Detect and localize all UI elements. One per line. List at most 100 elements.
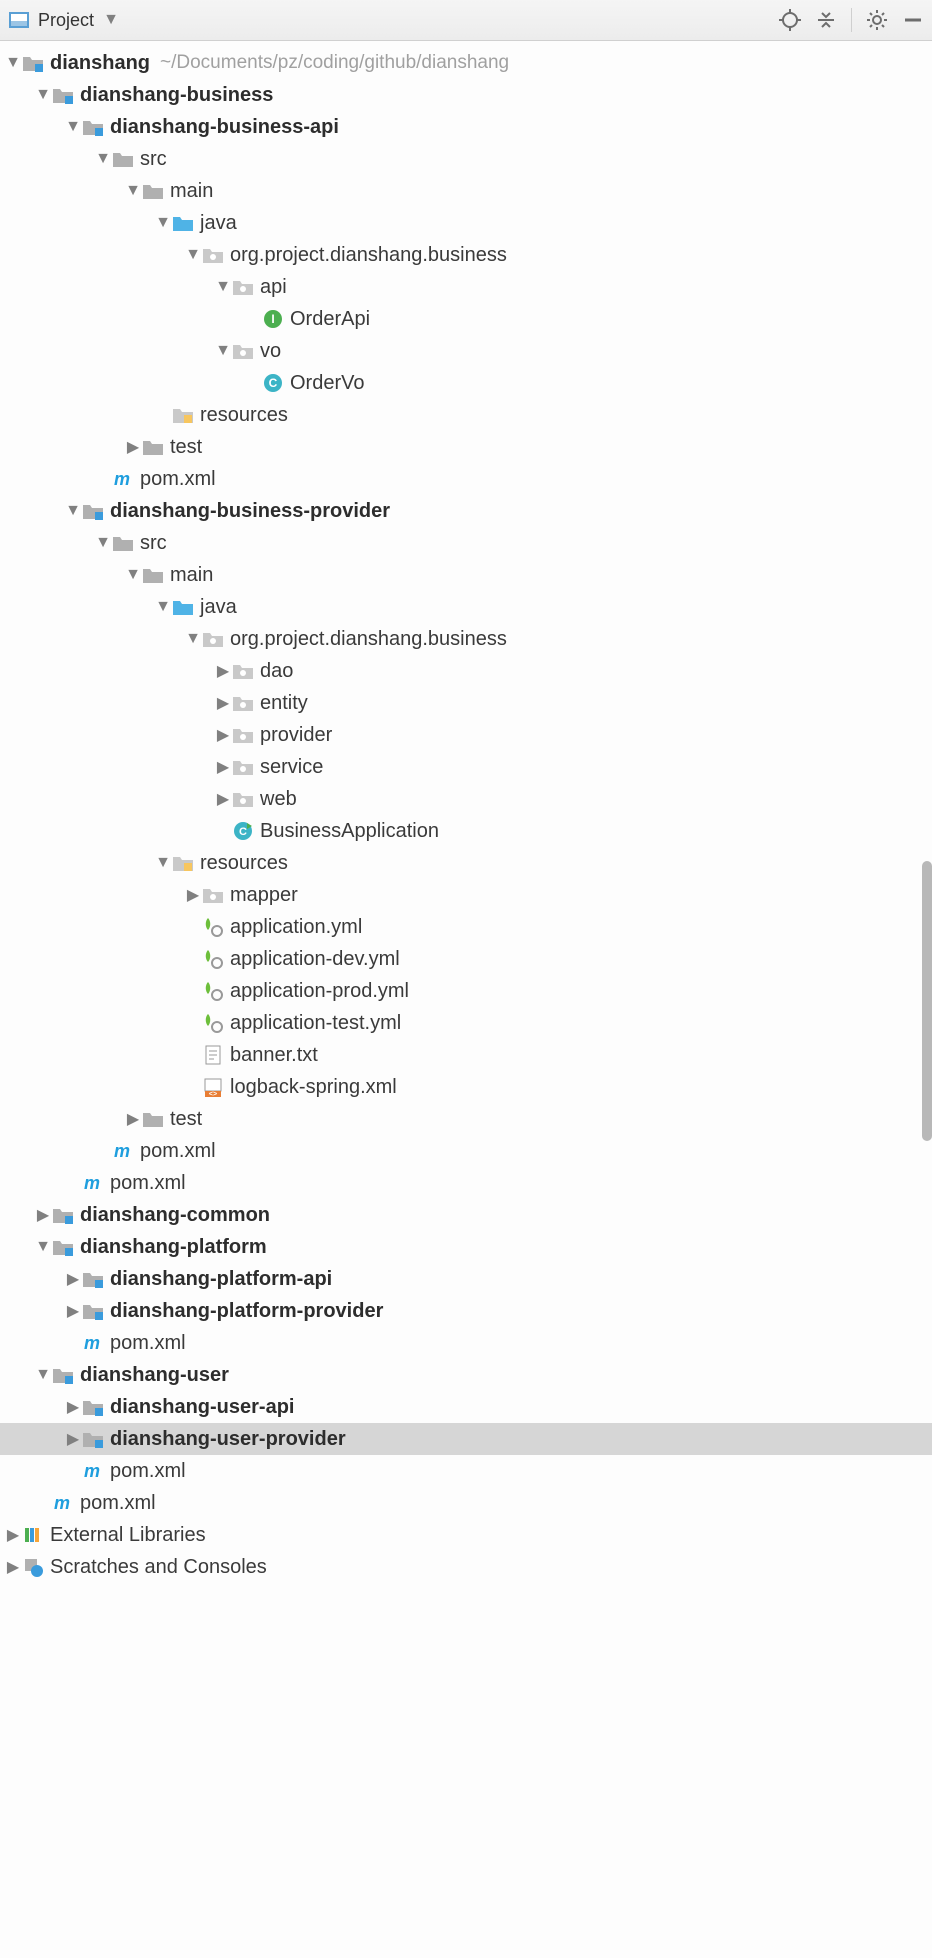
project-dropdown-icon[interactable]: ▼ <box>102 11 120 29</box>
expand-icon[interactable]: ▼ <box>64 118 82 136</box>
tree-row[interactable]: ▼ main <box>0 559 932 591</box>
tree-row[interactable]: ▶ web <box>0 783 932 815</box>
tree-row[interactable]: ▶ I OrderApi <box>0 303 932 335</box>
expand-icon[interactable]: ▶ <box>4 1525 22 1545</box>
expand-icon[interactable]: ▼ <box>34 1366 52 1384</box>
tree-row[interactable]: ▼ dianshang-business-provider <box>0 495 932 527</box>
tree-row[interactable]: ▼ org.project.dianshang.business <box>0 239 932 271</box>
tree-row[interactable]: ▶ entity <box>0 687 932 719</box>
tree-row[interactable]: ▼ org.project.dianshang.business <box>0 623 932 655</box>
expand-icon[interactable]: ▼ <box>154 214 172 232</box>
svg-text:m: m <box>114 1141 130 1161</box>
node-label: dao <box>260 660 293 683</box>
expand-icon[interactable]: ▼ <box>94 534 112 552</box>
tree-row[interactable]: ▶ m pom.xml <box>0 463 932 495</box>
expand-icon[interactable]: ▶ <box>64 1301 82 1321</box>
tree-row[interactable]: ▶ mapper <box>0 879 932 911</box>
tree-row[interactable]: ▶ dianshang-user-api <box>0 1391 932 1423</box>
tree-row[interactable]: ▶ C OrderVo <box>0 367 932 399</box>
node-label: main <box>170 564 213 587</box>
expand-icon[interactable]: ▼ <box>184 246 202 264</box>
tree-row[interactable]: ▼ dianshang-platform <box>0 1231 932 1263</box>
expand-icon[interactable]: ▶ <box>64 1397 82 1417</box>
tree-row[interactable]: ▶ application.yml <box>0 911 932 943</box>
expand-icon[interactable]: ▼ <box>124 182 142 200</box>
tree-row[interactable]: ▼ src <box>0 527 932 559</box>
tree-row[interactable]: ▼ api <box>0 271 932 303</box>
expand-icon[interactable]: ▶ <box>64 1269 82 1289</box>
tree-row[interactable]: ▶ <> logback-spring.xml <box>0 1071 932 1103</box>
tree-row[interactable]: ▶ dianshang-platform-api <box>0 1263 932 1295</box>
tree-row[interactable]: ▶ service <box>0 751 932 783</box>
expand-icon[interactable]: ▼ <box>94 150 112 168</box>
expand-icon[interactable]: ▼ <box>154 854 172 872</box>
expand-icon[interactable]: ▼ <box>34 1238 52 1256</box>
locate-icon[interactable] <box>779 9 801 31</box>
tree-row[interactable]: ▶ resources <box>0 399 932 431</box>
expand-icon[interactable]: ▼ <box>214 342 232 360</box>
tree-row[interactable]: ▼ java <box>0 207 932 239</box>
expand-icon[interactable]: ▼ <box>64 502 82 520</box>
gear-icon[interactable] <box>866 9 888 31</box>
svg-text:m: m <box>84 1461 100 1481</box>
node-label: application-dev.yml <box>230 948 400 971</box>
tree-row[interactable]: ▼ vo <box>0 335 932 367</box>
tree-row[interactable]: ▶ C BusinessApplication <box>0 815 932 847</box>
expand-icon[interactable]: ▶ <box>214 757 232 777</box>
tree-row[interactable]: ▼ dianshang-business-api <box>0 111 932 143</box>
tree-row[interactable]: ▼ src <box>0 143 932 175</box>
tree-row[interactable]: ▼ dianshang-user <box>0 1359 932 1391</box>
expand-icon[interactable]: ▶ <box>124 1109 142 1129</box>
tree-row[interactable]: ▼ main <box>0 175 932 207</box>
tree-row[interactable]: ▶ m pom.xml <box>0 1455 932 1487</box>
tree-row[interactable]: ▶ test <box>0 1103 932 1135</box>
expand-icon[interactable]: ▼ <box>184 630 202 648</box>
tree-row[interactable]: ▶ dianshang-platform-provider <box>0 1295 932 1327</box>
tree-row[interactable]: ▶ dao <box>0 655 932 687</box>
folder-icon <box>142 564 164 586</box>
node-label: pom.xml <box>110 1172 186 1195</box>
expand-icon[interactable]: ▼ <box>154 598 172 616</box>
expand-icon[interactable]: ▼ <box>214 278 232 296</box>
tree-row[interactable]: ▼ java <box>0 591 932 623</box>
tree-row[interactable]: ▶ application-prod.yml <box>0 975 932 1007</box>
expand-icon[interactable]: ▶ <box>214 661 232 681</box>
expand-icon[interactable]: ▶ <box>214 725 232 745</box>
tree-row[interactable]: ▶ m pom.xml <box>0 1327 932 1359</box>
expand-icon[interactable]: ▼ <box>124 566 142 584</box>
tree-row-root[interactable]: ▼ dianshang ~/Documents/pz/coding/github… <box>0 47 932 79</box>
expand-icon[interactable]: ▶ <box>34 1205 52 1225</box>
project-label[interactable]: Project <box>38 10 94 31</box>
tree-row[interactable]: ▶ application-dev.yml <box>0 943 932 975</box>
node-label: BusinessApplication <box>260 820 439 843</box>
scrollbar[interactable] <box>922 861 932 1141</box>
hide-icon[interactable] <box>902 9 924 31</box>
expand-icon[interactable]: ▼ <box>4 54 22 72</box>
tree-row[interactable]: ▶ banner.txt <box>0 1039 932 1071</box>
tree-row[interactable]: ▼ dianshang-business <box>0 79 932 111</box>
tree-row-selected[interactable]: ▶ dianshang-user-provider <box>0 1423 932 1455</box>
project-tree[interactable]: ▼ dianshang ~/Documents/pz/coding/github… <box>0 41 932 1958</box>
tree-row[interactable]: ▶ m pom.xml <box>0 1135 932 1167</box>
expand-icon[interactable]: ▶ <box>184 885 202 905</box>
expand-icon[interactable]: ▶ <box>64 1429 82 1449</box>
tree-row[interactable]: ▶ provider <box>0 719 932 751</box>
expand-icon[interactable]: ▶ <box>214 693 232 713</box>
tree-row[interactable]: ▼ resources <box>0 847 932 879</box>
node-label: resources <box>200 852 288 875</box>
tree-row[interactable]: ▶ External Libraries <box>0 1519 932 1551</box>
expand-icon[interactable]: ▼ <box>34 86 52 104</box>
maven-icon: m <box>112 1140 134 1162</box>
node-label: service <box>260 756 323 779</box>
expand-icon[interactable]: ▶ <box>4 1557 22 1577</box>
tree-row[interactable]: ▶ dianshang-common <box>0 1199 932 1231</box>
collapse-icon[interactable] <box>815 9 837 31</box>
tree-row[interactable]: ▶ application-test.yml <box>0 1007 932 1039</box>
tree-row[interactable]: ▶ m pom.xml <box>0 1487 932 1519</box>
tree-row[interactable]: ▶ test <box>0 431 932 463</box>
expand-icon[interactable]: ▶ <box>124 437 142 457</box>
node-label: pom.xml <box>110 1460 186 1483</box>
tree-row[interactable]: ▶ Scratches and Consoles <box>0 1551 932 1583</box>
tree-row[interactable]: ▶ m pom.xml <box>0 1167 932 1199</box>
expand-icon[interactable]: ▶ <box>214 789 232 809</box>
